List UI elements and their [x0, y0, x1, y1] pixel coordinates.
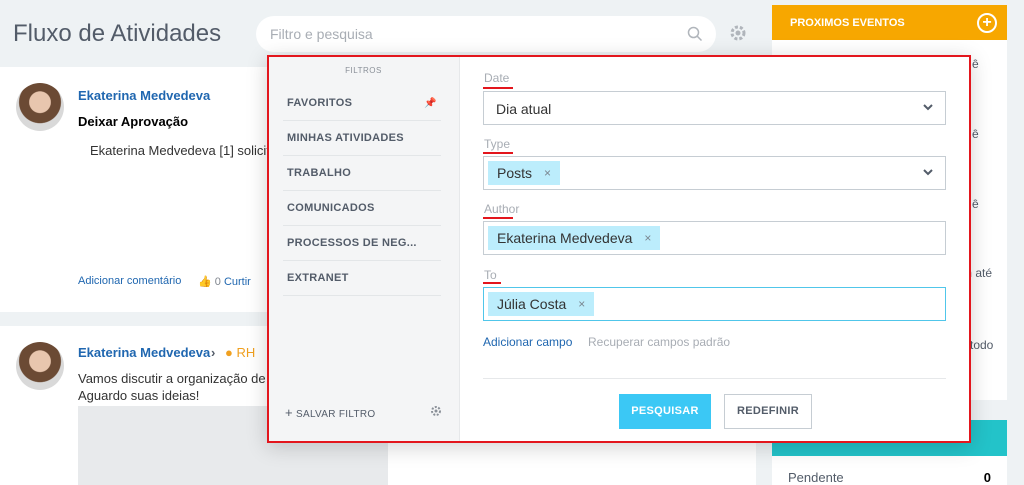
- type-tag: Posts ×: [488, 161, 561, 185]
- type-field-label: Type: [484, 137, 511, 151]
- avatar[interactable]: [16, 342, 64, 390]
- author-tag: Ekaterina Medvedeva ×: [488, 226, 661, 250]
- chevron-down-icon: [923, 169, 933, 176]
- page-title: Fluxo de Atividades: [13, 20, 222, 47]
- thumb-icon: 👍: [198, 276, 212, 288]
- annotation-underline: [483, 87, 513, 89]
- event-text-fragment: ê: [972, 127, 979, 141]
- add-field-link[interactable]: Adicionar campo: [483, 335, 572, 349]
- filter-popup: FILTROS FAVORITOS 📌 MINHAS ATIVIDADES TR…: [267, 55, 971, 443]
- avatar[interactable]: [16, 83, 64, 131]
- tag-label: Posts: [497, 165, 533, 181]
- filter-preset-minhas-atividades[interactable]: MINHAS ATIVIDADES: [283, 121, 441, 156]
- filter-preset-label: EXTRANET: [287, 272, 349, 284]
- filter-preset-label: PROCESSOS DE NEG...: [287, 237, 417, 249]
- remove-tag-icon[interactable]: ×: [644, 226, 651, 250]
- chevron-right-icon: ›: [211, 345, 216, 360]
- filter-preset-label: MINHAS ATIVIDADES: [287, 132, 404, 144]
- save-filter-button[interactable]: + SALVAR FILTRO: [285, 405, 375, 420]
- events-header: PROXIMOS EVENTOS +: [772, 5, 1007, 40]
- remove-tag-icon[interactable]: ×: [544, 161, 551, 185]
- to-field[interactable]: Júlia Costa ×: [483, 287, 946, 321]
- globe-icon: ●: [225, 345, 233, 360]
- gear-icon[interactable]: [430, 405, 442, 417]
- add-comment-link[interactable]: Adicionar comentário: [78, 275, 181, 287]
- divider: [483, 378, 946, 379]
- events-title: PROXIMOS EVENTOS: [790, 17, 905, 29]
- post-text-line: Vamos discutir a organização de r: [78, 371, 274, 386]
- filter-preset-trabalho[interactable]: TRABALHO: [283, 156, 441, 191]
- filter-preset-favoritos[interactable]: FAVORITOS 📌: [283, 86, 441, 121]
- plus-icon: +: [285, 405, 293, 420]
- search-input[interactable]: Filtro e pesquisa: [256, 16, 716, 52]
- post-text: Vamos discutir a organização de r Aguard…: [78, 370, 274, 404]
- annotation-underline: [483, 282, 501, 284]
- add-event-icon[interactable]: +: [977, 13, 997, 33]
- tag-label: Júlia Costa: [497, 296, 567, 312]
- to-tag: Júlia Costa ×: [488, 292, 595, 316]
- post-author-link[interactable]: Ekaterina Medvedeva: [78, 345, 210, 360]
- date-select-value: Dia atual: [496, 101, 552, 117]
- group-name: RH: [236, 345, 256, 360]
- filter-preset-label: COMUNICADOS: [287, 202, 375, 214]
- type-select[interactable]: Posts ×: [483, 156, 946, 190]
- gear-icon[interactable]: [729, 24, 747, 42]
- tag-label: Ekaterina Medvedeva: [497, 230, 633, 246]
- filters-sidebar: FILTROS FAVORITOS 📌 MINHAS ATIVIDADES TR…: [267, 55, 460, 443]
- author-field[interactable]: Ekaterina Medvedeva ×: [483, 221, 946, 255]
- search-icon[interactable]: [686, 25, 704, 43]
- event-text-fragment: todo: [970, 338, 994, 352]
- author-field-label: Author: [484, 202, 520, 216]
- to-field-label: To: [484, 268, 497, 282]
- pending-count: 0: [983, 470, 991, 485]
- post-title: Deixar Aprovação: [78, 114, 189, 129]
- filter-preset-label: TRABALHO: [287, 167, 352, 179]
- save-filter-label: SALVAR FILTRO: [296, 409, 376, 420]
- search-button[interactable]: PESQUISAR: [619, 394, 711, 429]
- like-count: 0: [214, 276, 221, 288]
- post-text: Ekaterina Medvedeva [1] solicit: [90, 143, 270, 158]
- pin-icon[interactable]: 📌: [424, 86, 437, 121]
- post-author-link[interactable]: Ekaterina Medvedeva: [78, 88, 210, 103]
- filter-preset-extranet[interactable]: EXTRANET: [283, 261, 441, 296]
- like-label: Curtir: [223, 276, 251, 288]
- date-field-label: Date: [484, 71, 510, 85]
- reset-button[interactable]: REDEFINIR: [724, 394, 812, 429]
- remove-tag-icon[interactable]: ×: [578, 292, 585, 316]
- filter-preset-comunicados[interactable]: COMUNICADOS: [283, 191, 441, 226]
- pending-label: Pendente: [788, 470, 844, 485]
- pending-row[interactable]: Pendente 0: [772, 456, 1007, 485]
- filter-preset-processos[interactable]: PROCESSOS DE NEG...: [283, 226, 441, 261]
- event-text-fragment: ê: [972, 197, 979, 211]
- post-text-line: Aguardo suas ideias!: [78, 388, 200, 403]
- restore-default-fields-link[interactable]: Recuperar campos padrão: [588, 335, 730, 349]
- group-tag[interactable]: ● RH: [225, 345, 255, 360]
- filters-heading: FILTROS: [345, 66, 382, 75]
- like-button[interactable]: 👍 0 Curtir: [198, 275, 251, 288]
- search-placeholder: Filtro e pesquisa: [270, 26, 373, 42]
- annotation-underline: [483, 217, 513, 219]
- chevron-down-icon: [923, 104, 933, 111]
- annotation-underline: [483, 152, 513, 154]
- date-select[interactable]: Dia atual: [483, 91, 946, 125]
- event-text-fragment: ê: [972, 57, 979, 71]
- filter-preset-label: FAVORITOS: [287, 97, 353, 109]
